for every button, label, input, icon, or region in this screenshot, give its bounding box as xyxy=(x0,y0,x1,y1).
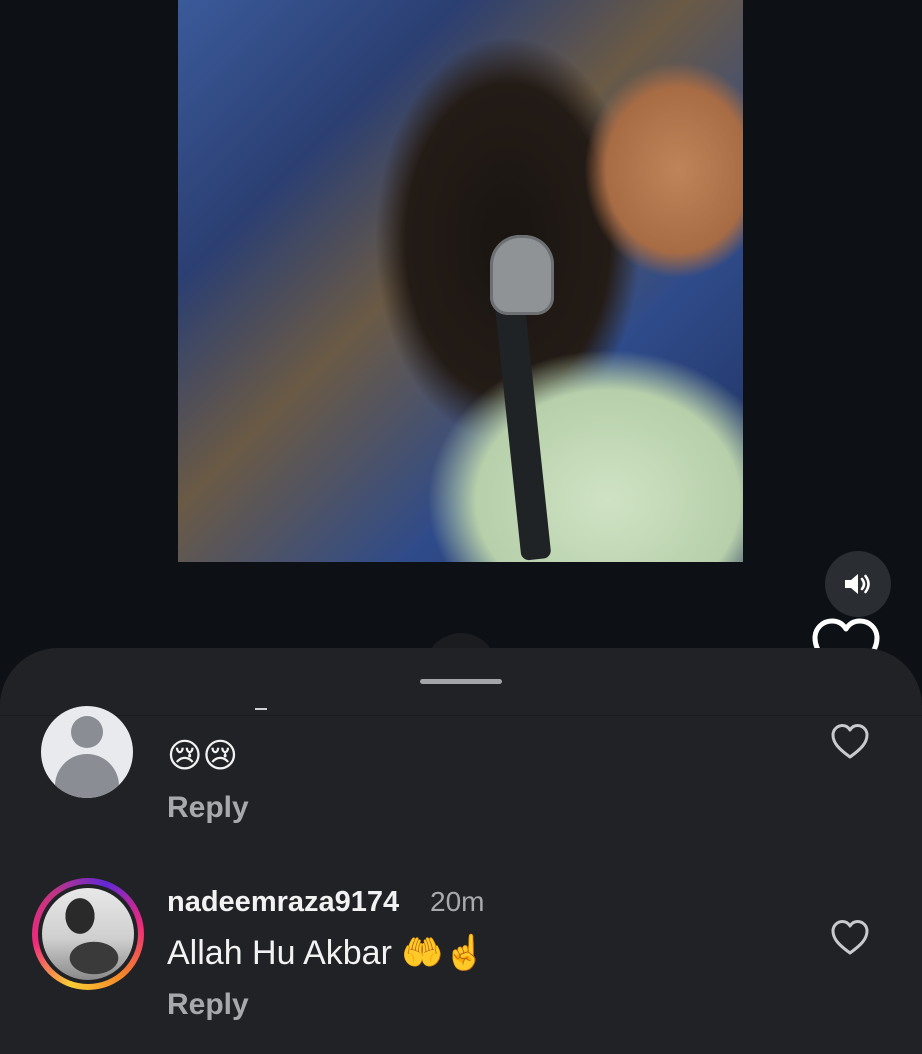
video-thumbnail[interactable] xyxy=(178,0,743,562)
comments-sheet[interactable]: 😢😢 Reply nadeemraza9174 20m Allah Hu Akb… xyxy=(0,648,922,1054)
speaker-icon xyxy=(845,574,870,594)
reply-button[interactable]: Reply xyxy=(167,988,249,1022)
sound-toggle-button[interactable] xyxy=(825,551,891,617)
heart-outline-icon xyxy=(831,920,869,955)
story-ring-avatar[interactable] xyxy=(32,878,144,990)
comment-item: nadeemraza9174 20m Allah Hu Akbar 🤲☝️ Re… xyxy=(0,876,922,1054)
comment-text: 😢😢 xyxy=(167,737,238,775)
microphone-head-graphic xyxy=(490,235,554,315)
comment-text: Allah Hu Akbar 🤲☝️ xyxy=(167,934,487,972)
comment-like-button[interactable] xyxy=(830,722,870,762)
username-clipped xyxy=(255,708,267,710)
avatar xyxy=(42,888,134,980)
comment-item: 😢😢 Reply xyxy=(0,648,922,858)
heart-outline-icon xyxy=(831,724,869,759)
reel-video-area[interactable] xyxy=(0,0,922,700)
comment-like-button[interactable] xyxy=(830,918,870,958)
microphone-graphic xyxy=(494,299,552,561)
comment-username[interactable]: nadeemraza9174 xyxy=(167,886,399,919)
comment-timestamp: 20m xyxy=(430,886,485,917)
default-avatar-icon[interactable] xyxy=(41,706,133,798)
reply-button[interactable]: Reply xyxy=(167,791,249,825)
